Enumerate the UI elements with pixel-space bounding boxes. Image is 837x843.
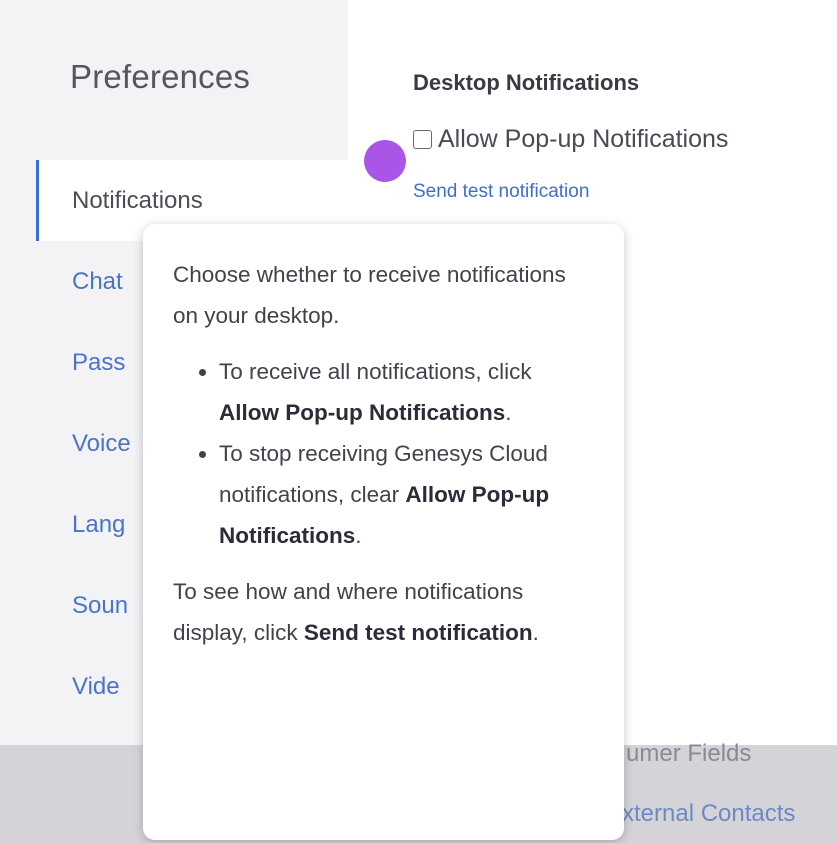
allow-popup-checkbox[interactable] <box>413 130 432 149</box>
tooltip-outro: To see how and where notifications displ… <box>173 571 594 653</box>
tooltip-bullets: To receive all notifications, click Allo… <box>173 351 594 556</box>
tooltip-bullet-1-end: . <box>505 400 512 425</box>
tooltip-bullet-clear: To stop receiving Genesys Cloud notifica… <box>219 433 594 556</box>
tooltip-bullet-allow: To receive all notifications, click Allo… <box>219 351 594 433</box>
tooltip-bullet-2-end: . <box>355 523 362 548</box>
tooltip-intro: Choose whether to receive notifications … <box>173 262 566 328</box>
send-test-notification-link[interactable]: Send test notification <box>413 181 589 203</box>
tooltip-bullet-1-text: To receive all notifications, click <box>219 359 532 384</box>
tooltip-arrow <box>368 196 398 225</box>
preferences-title: Preferences <box>70 58 251 95</box>
allow-popup-label[interactable]: Allow Pop-up Notifications <box>438 125 728 154</box>
background-text-contacts[interactable]: xternal Contacts <box>622 800 795 828</box>
tooltip-popover: Choose whether to receive notifications … <box>143 224 624 840</box>
allow-popup-checkbox-row[interactable]: Allow Pop-up Notifications <box>413 125 728 154</box>
background-text-fields: umer Fields <box>626 740 752 767</box>
tooltip-outro-bold: Send test notification <box>303 620 533 645</box>
tooltip-bullet-1-bold: Allow Pop-up Notifications <box>219 400 506 425</box>
tooltip-outro-end: . <box>532 620 539 645</box>
section-title: Desktop Notifications <box>413 70 640 95</box>
hotspot-marker[interactable] <box>364 140 406 182</box>
